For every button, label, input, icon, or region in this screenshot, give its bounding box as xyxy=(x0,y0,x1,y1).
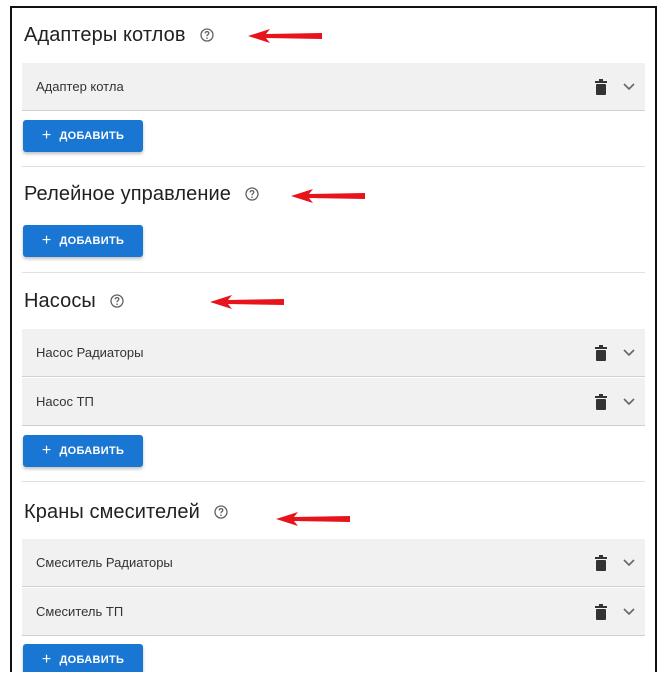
section-header-pumps: Насосы xyxy=(24,286,124,316)
list-item-boiler-adapter[interactable]: Адаптер котла xyxy=(22,63,645,111)
red-arrow-annotation xyxy=(291,189,365,203)
trash-icon[interactable] xyxy=(595,394,607,410)
red-arrow-annotation xyxy=(210,295,284,309)
red-arrow-annotation xyxy=(276,512,350,526)
plus-icon: + xyxy=(41,127,52,144)
section-title: Краны смесителей xyxy=(24,500,200,523)
add-boiler-adapter-button[interactable]: + ДОБАВИТЬ xyxy=(23,120,143,152)
section-header-boiler-adapters: Адаптеры котлов xyxy=(24,20,214,50)
help-circle-icon[interactable] xyxy=(199,28,214,42)
add-mixer-button[interactable]: + ДОБАВИТЬ xyxy=(23,644,143,672)
help-circle-icon[interactable] xyxy=(245,187,259,201)
section-divider xyxy=(22,166,645,167)
add-pump-button[interactable]: + ДОБАВИТЬ xyxy=(23,435,143,467)
chevron-down-icon[interactable] xyxy=(623,398,635,406)
add-relay-button[interactable]: + ДОБАВИТЬ xyxy=(23,225,143,257)
list-item-mixer-radiators[interactable]: Смеситель Радиаторы xyxy=(22,539,645,587)
add-button-label: ДОБАВИТЬ xyxy=(59,445,125,457)
item-label: Насос Радиаторы xyxy=(36,345,144,360)
help-circle-icon[interactable] xyxy=(214,505,228,519)
section-header-mixing-valves: Краны смесителей xyxy=(24,497,228,527)
red-arrow-annotation xyxy=(248,29,322,43)
plus-icon: + xyxy=(41,651,52,668)
section-divider xyxy=(22,272,645,273)
item-label: Адаптер котла xyxy=(36,79,124,94)
plus-icon: + xyxy=(41,232,52,249)
chevron-down-icon[interactable] xyxy=(623,349,635,357)
item-label: Насос ТП xyxy=(36,394,94,409)
trash-icon[interactable] xyxy=(595,555,607,571)
section-divider xyxy=(22,481,645,482)
help-circle-icon[interactable] xyxy=(110,294,124,308)
list-item-pump-floor[interactable]: Насос ТП xyxy=(22,378,645,426)
section-title: Адаптеры котлов xyxy=(24,23,186,46)
plus-icon: + xyxy=(41,442,52,459)
settings-panel: Адаптеры котлов Адаптер котла + ДОБАВИТЬ… xyxy=(10,6,657,672)
trash-icon[interactable] xyxy=(595,79,607,95)
item-label: Смеситель ТП xyxy=(36,604,124,619)
add-button-label: ДОБАВИТЬ xyxy=(59,130,125,142)
chevron-down-icon[interactable] xyxy=(623,559,635,567)
list-item-mixer-floor[interactable]: Смеситель ТП xyxy=(22,588,645,636)
chevron-down-icon[interactable] xyxy=(623,83,635,91)
trash-icon[interactable] xyxy=(595,345,607,361)
add-button-label: ДОБАВИТЬ xyxy=(59,235,125,247)
trash-icon[interactable] xyxy=(595,604,607,620)
section-title: Релейное управление xyxy=(24,182,232,205)
section-header-relay-control: Релейное управление xyxy=(24,179,259,209)
add-button-label: ДОБАВИТЬ xyxy=(59,654,125,666)
chevron-down-icon[interactable] xyxy=(623,608,635,616)
item-label: Смеситель Радиаторы xyxy=(36,555,173,570)
list-item-pump-radiators[interactable]: Насос Радиаторы xyxy=(22,329,645,377)
section-title: Насосы xyxy=(24,289,96,312)
